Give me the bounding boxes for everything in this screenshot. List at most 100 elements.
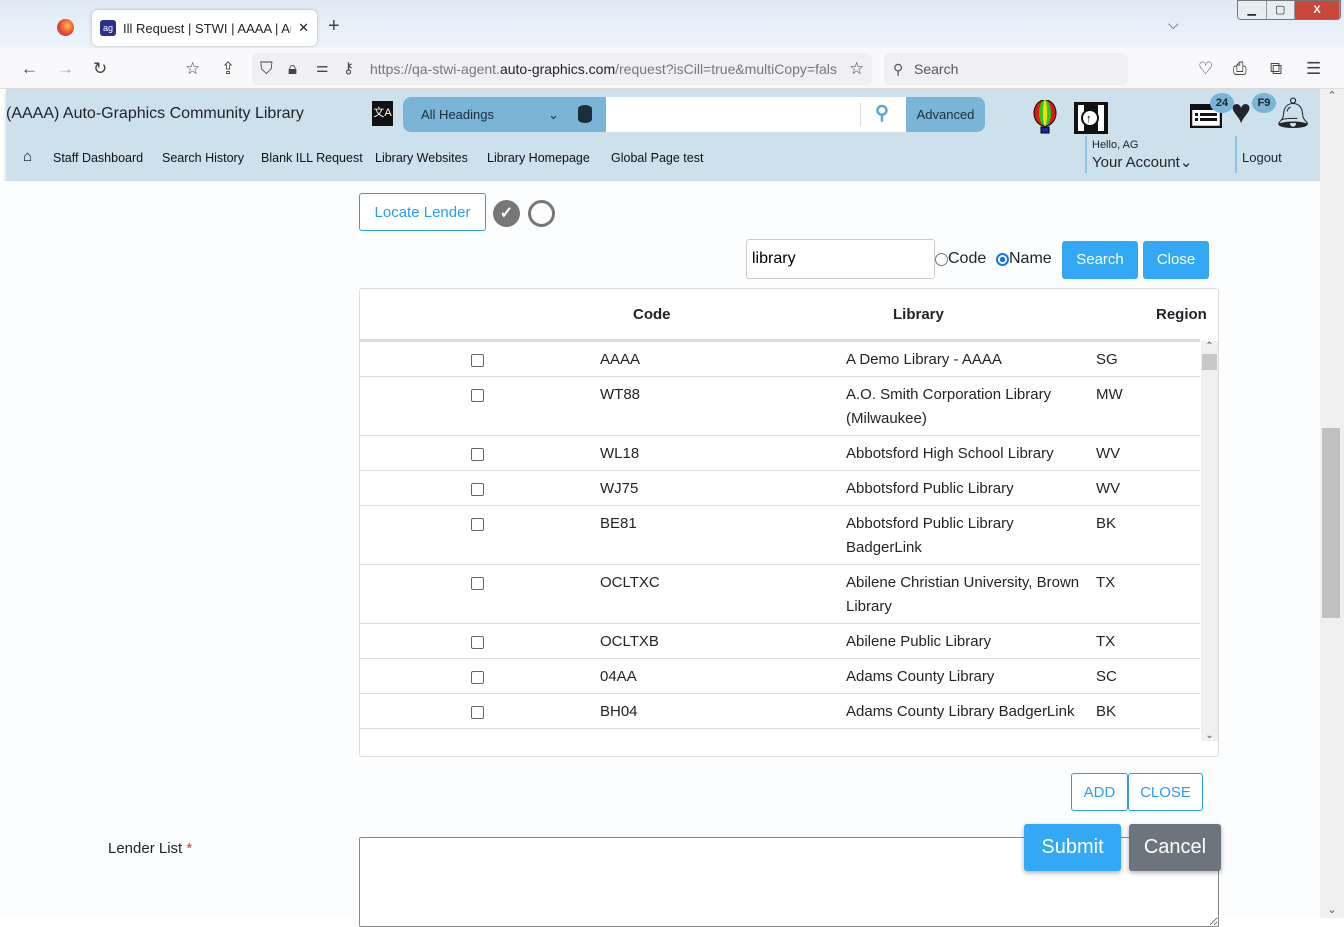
menu-icon[interactable]: ☰ xyxy=(1306,59,1321,79)
nav-blank-ill-request[interactable]: Blank ILL Request xyxy=(261,151,363,165)
nav-staff-dashboard[interactable]: Staff Dashboard xyxy=(53,151,143,165)
row-region: WV xyxy=(1096,445,1121,462)
lender-table: Code Library Region AAAA A Demo Library -… xyxy=(359,288,1219,757)
row-region: BK xyxy=(1096,703,1117,720)
row-region: SC xyxy=(1096,668,1117,685)
row-library: Abbotsford High School Library xyxy=(846,445,1054,462)
row-checkbox[interactable] xyxy=(471,577,484,590)
table-scrollbar[interactable]: ⌃ ⌄ xyxy=(1201,341,1218,741)
row-code: 04AA xyxy=(600,668,637,685)
row-checkbox[interactable] xyxy=(471,671,484,684)
tab-list-chevron-icon[interactable]: ⌵ xyxy=(1168,16,1179,33)
nav-library-websites[interactable]: Library Websites xyxy=(375,151,468,165)
row-checkbox[interactable] xyxy=(471,483,484,496)
extensions-icon[interactable]: ⧉ xyxy=(1270,59,1282,79)
row-checkbox[interactable] xyxy=(471,354,484,367)
table-row[interactable]: WL18 Abbotsford High School Library WV xyxy=(360,436,1200,471)
row-library: Adams County Library BadgerLink xyxy=(846,703,1075,720)
forward-icon[interactable]: → xyxy=(57,59,74,79)
table-row[interactable]: WJ75 Abbotsford Public Library WV xyxy=(360,471,1200,506)
search-input[interactable] xyxy=(606,97,906,132)
star-icon[interactable]: ☆ xyxy=(849,59,864,79)
add-button[interactable]: ADD xyxy=(1071,773,1128,811)
table-row[interactable]: BH04 Adams County Library BadgerLink BK xyxy=(360,694,1200,729)
account-menu[interactable]: Your Account⌄ xyxy=(1092,153,1192,171)
heart-icon[interactable]: ♥ xyxy=(1231,95,1251,129)
shield-icon[interactable]: ⛉ xyxy=(260,59,273,79)
page-scrollbar[interactable]: ⌃ ⌄ xyxy=(1320,89,1344,918)
row-code: WL18 xyxy=(600,445,640,462)
table-row[interactable]: WT88 A.O. Smith Corporation Library (Milw… xyxy=(360,377,1200,436)
browser-tab[interactable]: ag Ill Request | STWI | AAAA | Auto ✕ xyxy=(92,10,317,46)
back-icon[interactable]: ← xyxy=(21,59,38,79)
reload-icon[interactable]: ↻ xyxy=(93,59,107,79)
nav-global-page-test[interactable]: Global Page test xyxy=(611,151,703,165)
share-icon[interactable]: ⇪ xyxy=(221,59,235,79)
new-tab-icon[interactable]: + xyxy=(328,15,340,38)
lock-icon[interactable]: 🔒︎ xyxy=(288,59,297,79)
bookmark-page-icon[interactable]: ☆ xyxy=(185,59,200,79)
row-checkbox[interactable] xyxy=(471,706,484,719)
minimize-icon[interactable]: ▁ xyxy=(1238,1,1267,19)
print-icon[interactable]: ⎙ xyxy=(1233,59,1247,79)
browser-search-input[interactable]: ⚲ Search xyxy=(884,53,1128,85)
close-tab-icon[interactable]: ✕ xyxy=(298,20,309,36)
logout-link[interactable]: Logout xyxy=(1242,150,1282,165)
permissions-icon[interactable]: ⚌ xyxy=(316,59,329,76)
row-region: TX xyxy=(1096,633,1116,650)
row-checkbox[interactable] xyxy=(471,518,484,531)
database-icon[interactable] xyxy=(578,105,592,123)
table-row[interactable]: BE81 Abbotsford Public Library BadgerLink… xyxy=(360,506,1200,565)
radio-code[interactable]: Code xyxy=(935,250,986,268)
check-icon[interactable]: ✓ xyxy=(493,200,520,227)
book-search-icon[interactable]: ↑ xyxy=(1073,101,1109,135)
table-row[interactable]: OCLTXC Abilene Christian University, Brow… xyxy=(360,565,1200,624)
advanced-search-button[interactable]: Advanced xyxy=(906,97,985,132)
row-library: Adams County Library xyxy=(846,668,995,685)
table-body: AAAA A Demo Library - AAAA SG WT88 A.O. Smit… xyxy=(360,339,1200,741)
row-library: A Demo Library - AAAA xyxy=(846,351,1002,368)
row-checkbox[interactable] xyxy=(471,389,484,402)
column-header-library: Library xyxy=(893,306,944,323)
row-library: Abilene Public Library xyxy=(846,633,992,650)
nav-library-homepage[interactable]: Library Homepage xyxy=(487,151,590,165)
bell-icon[interactable]: 🔔︎ xyxy=(1274,97,1312,131)
table-row[interactable]: AAAA A Demo Library - AAAA SG xyxy=(360,342,1200,377)
row-checkbox[interactable] xyxy=(471,448,484,461)
close-window-icon[interactable]: X xyxy=(1295,1,1340,19)
search-button[interactable]: Search xyxy=(1062,241,1138,279)
table-row[interactable]: OCLTXB Abilene Public Library TX xyxy=(360,624,1200,659)
language-icon[interactable]: 文A xyxy=(372,101,393,126)
row-code: WT88 xyxy=(600,386,641,403)
close-button[interactable]: Close xyxy=(1143,241,1209,279)
close-table-button[interactable]: CLOSE xyxy=(1128,773,1203,811)
pocket-icon[interactable]: ♡ xyxy=(1198,59,1213,79)
column-header-region: Region xyxy=(1156,306,1207,323)
row-checkbox[interactable] xyxy=(471,636,484,649)
search-bar: All Headings ⌄ ⚲ Advanced xyxy=(403,97,985,132)
key-icon[interactable]: ⚷ xyxy=(343,59,354,77)
radio-name[interactable]: Name xyxy=(996,250,1052,268)
greeting: Hello, AG xyxy=(1092,139,1139,151)
nav-search-history[interactable]: Search History xyxy=(162,151,244,165)
row-region: WV xyxy=(1096,480,1121,497)
search-icon[interactable]: ⚲ xyxy=(875,102,889,125)
cancel-button[interactable]: Cancel xyxy=(1129,824,1221,871)
row-region: BK xyxy=(1096,515,1117,532)
chevron-down-icon: ⌄ xyxy=(548,107,559,122)
search-scope-select[interactable]: All Headings ⌄ xyxy=(403,97,606,132)
maximize-icon[interactable]: ▢ xyxy=(1266,1,1295,19)
table-row[interactable]: 04AA Adams County Library SC xyxy=(360,659,1200,694)
column-header-code: Code xyxy=(633,306,671,323)
row-library: Abbotsford Public Library xyxy=(846,480,1014,497)
submit-button[interactable]: Submit xyxy=(1024,824,1121,871)
home-icon[interactable]: ⌂ xyxy=(23,148,32,165)
locate-lender-button[interactable]: Locate Lender xyxy=(359,193,486,231)
balloon-icon[interactable] xyxy=(1032,100,1058,134)
row-code: BH04 xyxy=(600,703,638,720)
circle-icon[interactable] xyxy=(528,200,555,227)
lender-search-input[interactable] xyxy=(746,239,935,279)
divider xyxy=(860,103,861,126)
row-code: OCLTXC xyxy=(600,574,660,591)
row-code: WJ75 xyxy=(600,480,639,497)
